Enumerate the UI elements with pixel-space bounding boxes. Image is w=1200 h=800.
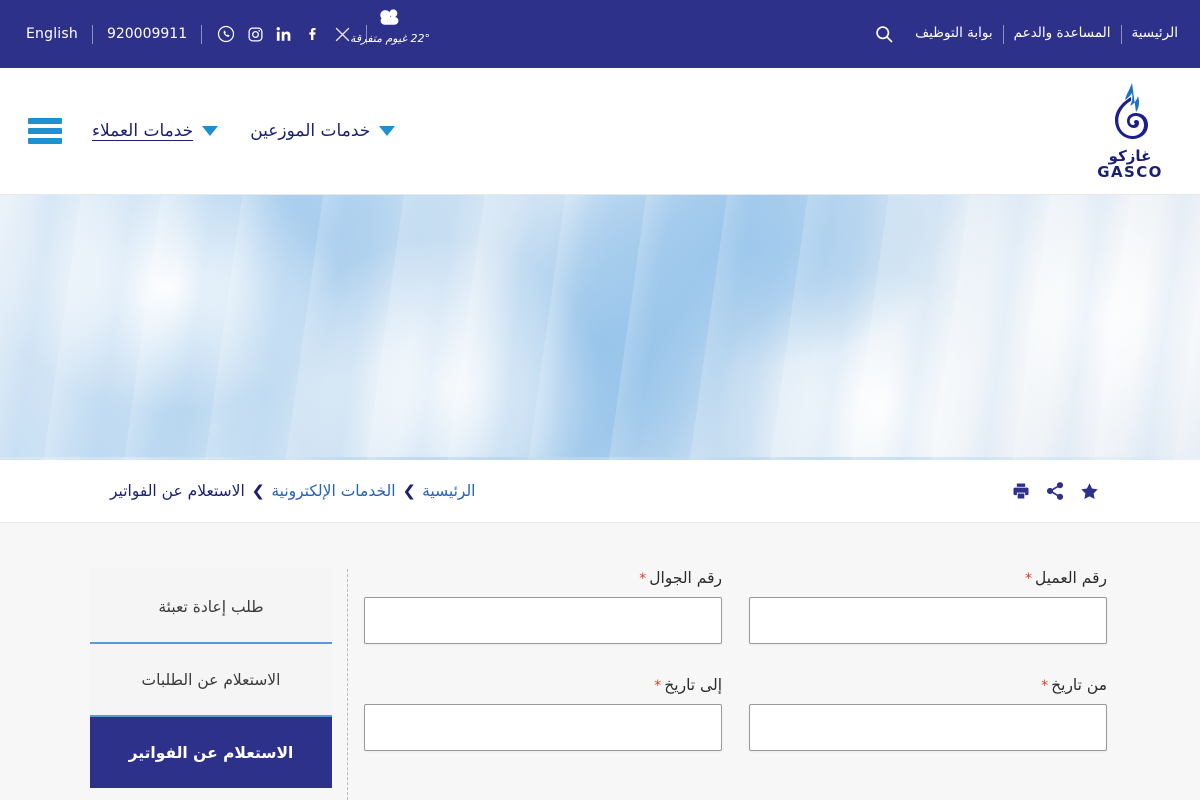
label-text: إلى تاريخ bbox=[664, 676, 722, 694]
tab-order-inquiry[interactable]: الاستعلام عن الطلبات bbox=[90, 642, 332, 715]
field-mobile-number: رقم الجوال* bbox=[364, 569, 722, 644]
breadcrumb: الرئيسية ❯ الخدمات الإلكترونية ❯ الاستعل… bbox=[110, 482, 475, 500]
breadcrumb-item-home[interactable]: الرئيسية bbox=[422, 482, 475, 500]
hamburger-bar bbox=[28, 128, 62, 134]
section-divider bbox=[347, 569, 348, 800]
required-marker: * bbox=[654, 678, 662, 694]
weather-condition: غيوم متفرقة bbox=[349, 32, 408, 45]
tab-label: الاستعلام عن الطلبات bbox=[141, 670, 281, 689]
cloud-icon bbox=[375, 6, 405, 32]
topbar-right-links: الرئيسية المساعدة والدعم بوابة التوظيف bbox=[871, 21, 1186, 47]
divider bbox=[201, 24, 203, 44]
breadcrumb-separator: ❯ bbox=[251, 482, 265, 500]
main-navbar: غازكو GASCO خدمات الموزعين خدمات العملاء bbox=[0, 68, 1200, 195]
nav-menu: خدمات الموزعين خدمات العملاء bbox=[26, 118, 411, 144]
service-tabs: طلب إعادة تعبئة الاستعلام عن الطلبات الا… bbox=[90, 569, 332, 788]
invoice-inquiry-form: رقم العميل* رقم الجوال* من تاريخ* إلى تا… bbox=[348, 569, 1200, 800]
topbar-link-home[interactable]: الرئيسية bbox=[1124, 27, 1187, 41]
tab-label: الاستعلام عن الفواتير bbox=[128, 743, 294, 762]
breadcrumb-bar: الرئيسية ❯ الخدمات الإلكترونية ❯ الاستعل… bbox=[0, 460, 1200, 523]
nav-item-label: خدمات العملاء bbox=[92, 121, 194, 141]
brand-logo[interactable]: غازكو GASCO bbox=[1086, 81, 1174, 181]
instagram-icon[interactable] bbox=[246, 25, 264, 43]
field-date-to: إلى تاريخ* bbox=[364, 676, 722, 751]
language-switch-link[interactable]: English bbox=[20, 27, 90, 41]
tab-invoice-inquiry[interactable]: الاستعلام عن الفواتير bbox=[90, 715, 332, 788]
top-utility-bar: English 920009911 22° غيوم متفرقة الرئيس… bbox=[0, 0, 1200, 68]
breadcrumb-separator: ❯ bbox=[401, 482, 416, 500]
weather-widget: 22° غيوم متفرقة bbox=[330, 6, 450, 62]
field-date-from: من تاريخ* bbox=[749, 676, 1107, 751]
topbar-link-careers-portal[interactable]: بوابة التوظيف bbox=[907, 27, 1000, 41]
gasco-flame-logo bbox=[1107, 81, 1153, 147]
invoice-inquiry-section: طلب إعادة تعبئة الاستعلام عن الطلبات الا… bbox=[0, 523, 1200, 800]
brand-name-en: GASCO bbox=[1097, 163, 1163, 182]
weather-temperature: 22° bbox=[410, 32, 431, 45]
required-marker: * bbox=[1041, 678, 1049, 694]
tab-refill-request[interactable]: طلب إعادة تعبئة bbox=[90, 569, 332, 642]
favorite-star-icon[interactable] bbox=[1079, 481, 1100, 502]
linkedin-icon[interactable] bbox=[275, 25, 293, 43]
field-label: رقم العميل* bbox=[749, 569, 1107, 587]
divider bbox=[1120, 24, 1122, 44]
hamburger-bar bbox=[28, 138, 62, 144]
breadcrumb-item-current: الاستعلام عن الفواتير bbox=[110, 482, 245, 500]
print-icon[interactable] bbox=[1011, 481, 1031, 501]
hamburger-bar bbox=[28, 118, 62, 124]
divider bbox=[91, 24, 93, 44]
label-text: رقم العميل bbox=[1034, 569, 1107, 587]
nav-item-label: خدمات الموزعين bbox=[250, 121, 371, 141]
field-customer-number: رقم العميل* bbox=[749, 569, 1107, 644]
tab-label: طلب إعادة تعبئة bbox=[158, 597, 264, 616]
label-text: رقم الجوال bbox=[649, 569, 722, 587]
date-to-input[interactable] bbox=[364, 704, 722, 751]
topbar-link-help-support[interactable]: المساعدة والدعم bbox=[1006, 27, 1119, 41]
page-actions bbox=[1011, 481, 1100, 502]
label-text: من تاريخ bbox=[1051, 676, 1107, 694]
hamburger-menu-icon[interactable] bbox=[28, 118, 62, 144]
field-label: من تاريخ* bbox=[749, 676, 1107, 694]
date-from-input[interactable] bbox=[749, 704, 1107, 751]
chevron-down-icon bbox=[379, 126, 396, 136]
customer-number-input[interactable] bbox=[749, 597, 1107, 644]
required-marker: * bbox=[639, 571, 647, 587]
topbar-left-group: English 920009911 bbox=[20, 24, 369, 44]
share-icon[interactable] bbox=[1045, 481, 1065, 501]
form-row: من تاريخ* إلى تاريخ* bbox=[348, 676, 1107, 751]
required-marker: * bbox=[1024, 571, 1032, 587]
form-row: رقم العميل* رقم الجوال* bbox=[348, 569, 1107, 644]
hero-banner-image bbox=[0, 195, 1200, 460]
chevron-down-icon bbox=[202, 126, 219, 136]
facebook-icon[interactable] bbox=[304, 25, 322, 43]
brand-name-ar: غازكو bbox=[1108, 147, 1152, 166]
breadcrumb-item-eservices[interactable]: الخدمات الإلكترونية bbox=[271, 482, 395, 500]
whatsapp-icon[interactable] bbox=[217, 25, 235, 43]
field-label: رقم الجوال* bbox=[364, 569, 722, 587]
hero-bottom-edge bbox=[0, 457, 1200, 460]
field-label: إلى تاريخ* bbox=[364, 676, 722, 694]
nav-item-distributor-services[interactable]: خدمات الموزعين bbox=[234, 121, 411, 141]
search-icon[interactable] bbox=[871, 21, 897, 47]
divider bbox=[1002, 24, 1004, 44]
weather-text: 22° غيوم متفرقة bbox=[349, 32, 431, 45]
mobile-number-input[interactable] bbox=[364, 597, 722, 644]
phone-link[interactable]: 920009911 bbox=[95, 27, 199, 41]
nav-item-customer-services[interactable]: خدمات العملاء bbox=[76, 121, 234, 141]
